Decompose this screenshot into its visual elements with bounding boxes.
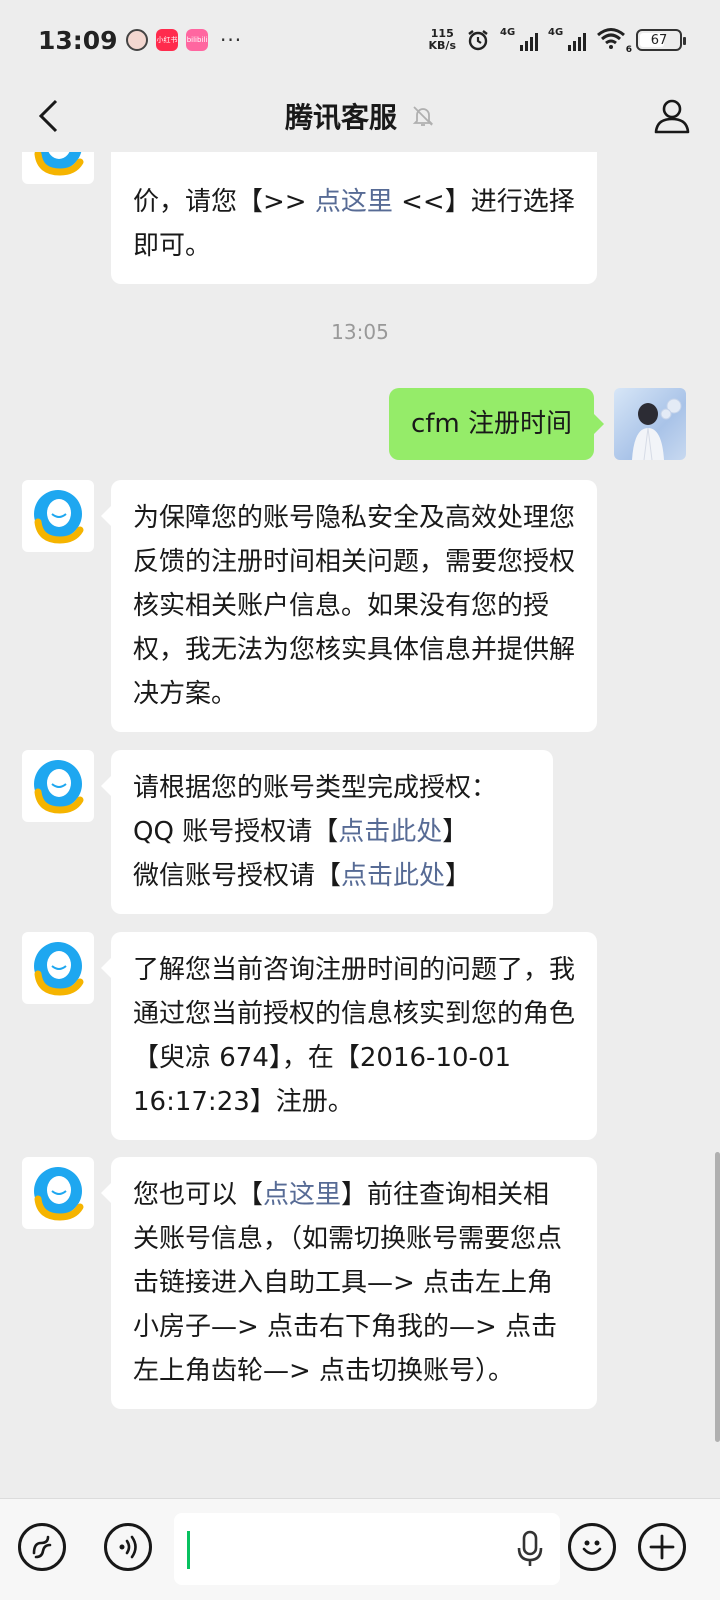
cellular-signal-icon: 4G	[500, 27, 538, 51]
service-message-bubble[interactable]: 为保障您的账号隐私安全及高效处理您反馈的注册时间相关问题，需要您授权核实相关账户…	[101, 480, 597, 732]
chat-header: 腾讯客服	[0, 80, 720, 152]
qq-service-logo-icon	[34, 1167, 84, 1221]
status-time: 13:09	[38, 25, 118, 55]
alarm-icon	[468, 30, 488, 51]
service-avatar[interactable]	[22, 1157, 94, 1229]
network-speed: 115 KB/s	[428, 27, 456, 52]
qq-authorize-link[interactable]: 点击此处	[338, 817, 442, 847]
service-message-bubble[interactable]: 请根据您的账号类型完成授权： QQ 账号授权请【点击此处】 微信账号授权请【点击…	[101, 750, 553, 914]
wifi-icon: 6	[596, 27, 632, 55]
status-bar: 13:09 小红书 bilibili ··· 115 KB/s 4G 4G 6 …	[0, 0, 720, 80]
muted-bell-icon	[412, 106, 434, 126]
notification-avatar-icon	[126, 29, 148, 51]
my-avatar[interactable]	[614, 388, 686, 460]
service-message-bubble[interactable]: 了解您当前咨询注册时间的问题了，我通过您当前授权的信息核实到您的角色【臾凉 67…	[101, 932, 597, 1140]
chat-scrollbar[interactable]	[715, 1152, 720, 1442]
message-input[interactable]	[174, 1513, 560, 1585]
text-cursor	[187, 1531, 190, 1569]
link-icon	[32, 1535, 52, 1559]
battery-icon: 67	[636, 29, 686, 51]
qq-service-logo-icon	[34, 760, 84, 814]
my-message-bubble[interactable]: cfm 注册时间	[388, 388, 605, 460]
user-photo-icon	[632, 398, 682, 460]
status-app-icons: 小红书 bilibili ···	[126, 28, 242, 52]
cellular-signal-2-icon: 4G	[548, 27, 586, 51]
more-actions-button[interactable]	[638, 1523, 686, 1571]
back-button[interactable]	[26, 94, 70, 138]
qq-service-logo-icon	[34, 490, 84, 544]
qq-service-logo-icon	[34, 942, 84, 996]
service-avatar[interactable]	[22, 152, 94, 184]
service-avatar[interactable]	[22, 750, 94, 822]
bilibili-app-icon: bilibili	[186, 29, 208, 51]
chevron-left-icon	[38, 99, 58, 133]
xiaohongshu-app-icon: 小红书	[156, 29, 178, 51]
message-list[interactable]: 价，请您【>> 点这里 <<】进行选择即可。 13:05 cfm 注册时间 为保…	[0, 152, 720, 1498]
plus-icon	[649, 1534, 675, 1560]
more-notifications-icon: ···	[220, 28, 243, 52]
person-icon	[654, 99, 690, 134]
microphone-icon[interactable]	[515, 1529, 545, 1569]
service-message-bubble[interactable]: 您也可以【点这里】前往查询相关相关账号信息，（如需切换账号需要您点击链接进入自助…	[101, 1157, 597, 1409]
service-avatar[interactable]	[22, 480, 94, 552]
input-bar	[0, 1498, 720, 1600]
click-here-link[interactable]: 点这里	[263, 1180, 341, 1210]
message-timestamp: 13:05	[331, 320, 389, 344]
qq-service-logo-icon	[34, 152, 84, 176]
voice-mode-button[interactable]	[104, 1523, 152, 1571]
wechat-authorize-link[interactable]: 点击此处	[341, 861, 445, 891]
smiley-icon	[582, 1540, 602, 1555]
mini-program-button[interactable]	[18, 1523, 66, 1571]
voice-waves-icon	[119, 1535, 137, 1559]
service-avatar[interactable]	[22, 932, 94, 1004]
chat-title: 腾讯客服	[284, 101, 397, 134]
click-here-link[interactable]: 点这里	[315, 187, 393, 217]
emoji-button[interactable]	[568, 1523, 616, 1571]
status-indicators: 115 KB/s 4G 4G 6 67	[428, 27, 686, 55]
message-bubble[interactable]: 价，请您【>> 点这里 <<】进行选择即可。	[111, 152, 597, 284]
chat-info-button[interactable]	[648, 92, 696, 140]
